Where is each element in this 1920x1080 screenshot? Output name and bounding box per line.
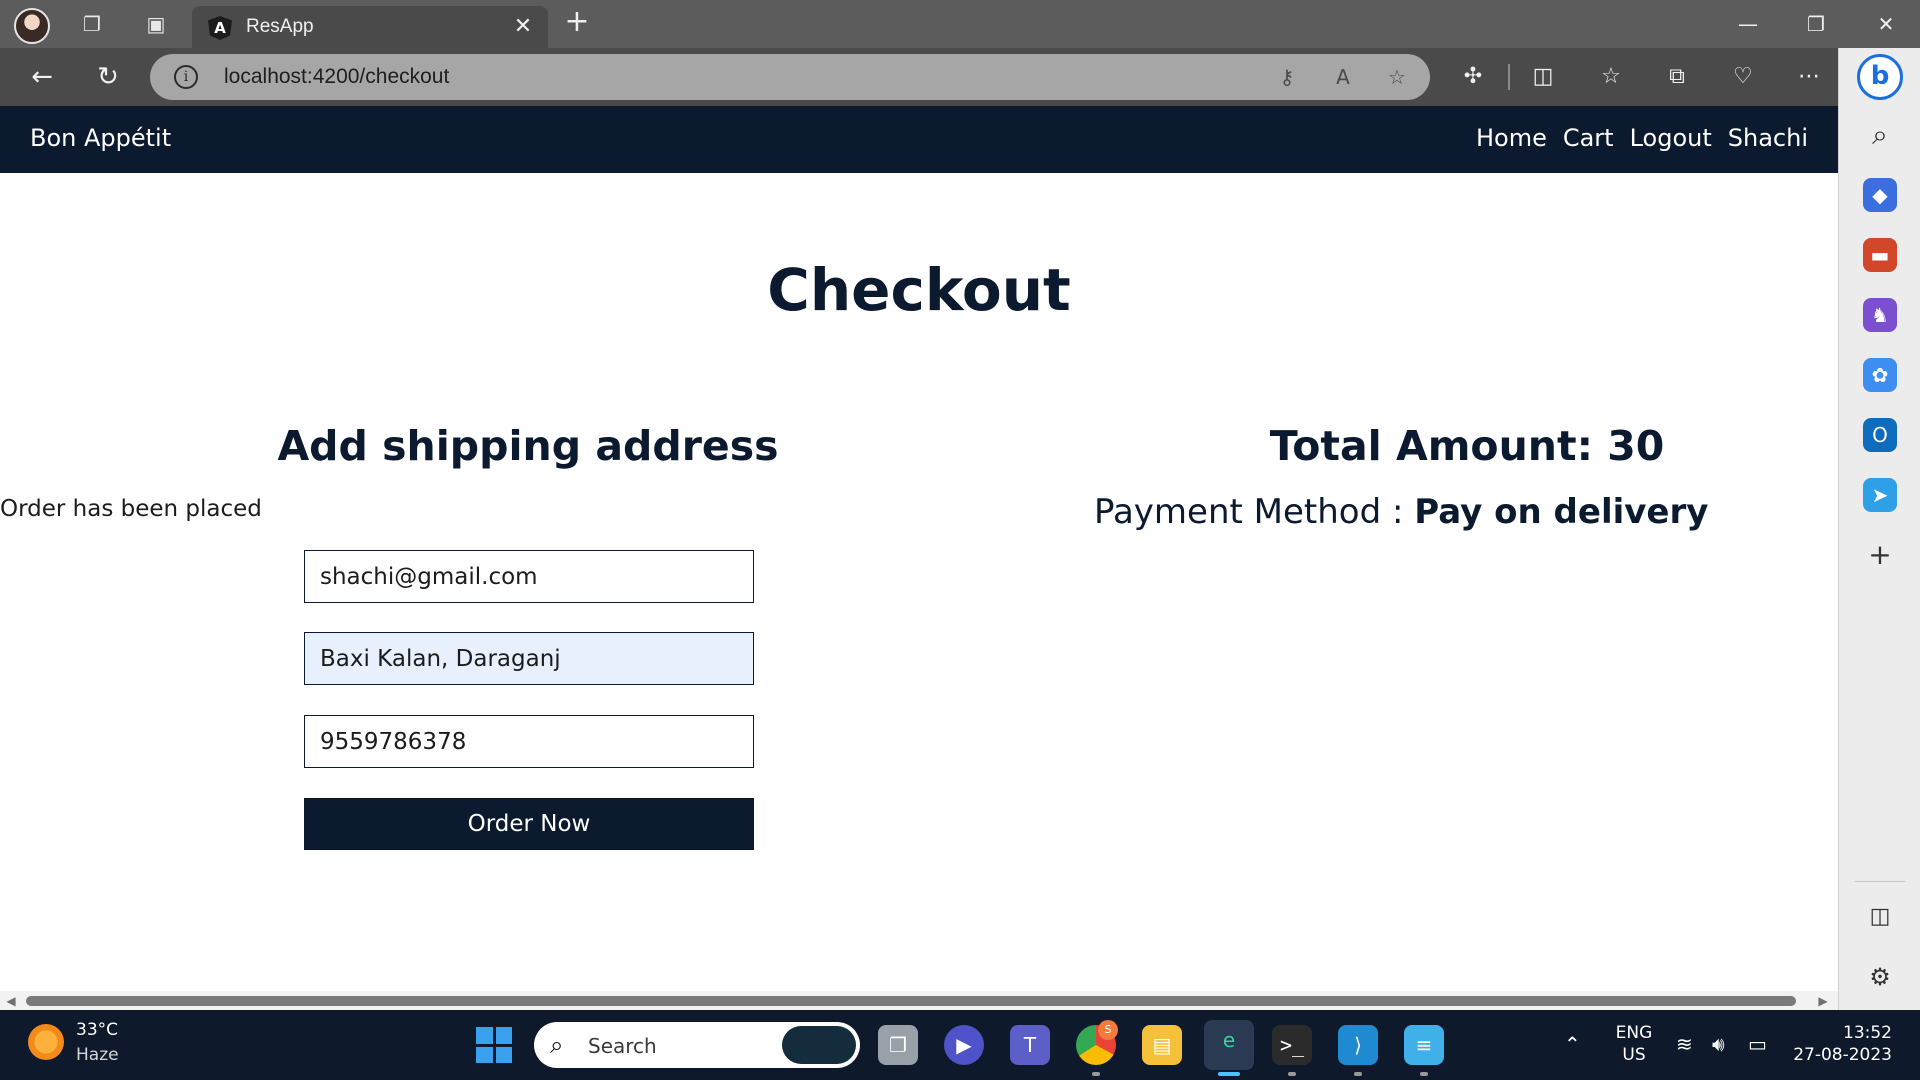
app-brand[interactable]: Bon Appétit [30,124,171,152]
address-field[interactable] [304,632,754,685]
file-explorer-icon[interactable]: ▤ [1142,1025,1182,1065]
start-windows-icon[interactable] [476,1027,512,1063]
chrome-badge: S [1098,1020,1118,1040]
taskbar-search-label: Search [588,1034,657,1058]
terminal-icon[interactable]: >_ [1272,1025,1312,1065]
shipping-heading: Add shipping address [277,422,779,470]
phone-field[interactable] [304,715,754,768]
window-close-icon[interactable]: ✕ [1866,8,1906,40]
key-icon[interactable]: ⚷ [1274,64,1300,90]
language-indicator[interactable]: ENG US [1612,1022,1656,1066]
taskbar-search[interactable]: ⌕ Search [534,1022,860,1068]
edge-sidebar: b ⌕ ◆ ▬ ♞ ✿ O ➤ + ◫ ⚙ [1838,48,1920,1010]
horizontal-scrollbar[interactable]: ◀ ▶ [0,991,1838,1010]
favorites-icon[interactable]: ☆ [1596,62,1626,92]
restore-icon[interactable]: ❐ [1796,8,1836,40]
vscode-running-indicator [1354,1072,1362,1076]
refresh-icon[interactable]: ↻ [92,61,124,93]
teams-icon[interactable]: T [1010,1025,1050,1065]
new-tab-button[interactable]: + [562,7,592,38]
payment-method-label: Payment Method : [1094,492,1415,532]
tab-close-icon[interactable]: ✕ [510,14,536,40]
profile-avatar[interactable] [14,8,50,44]
volume-icon[interactable]: 🔊︎ [1712,1032,1725,1056]
system-clock[interactable]: 13:52 27-08-2023 [1782,1022,1892,1066]
email-field[interactable] [304,550,754,603]
order-now-button[interactable]: Order Now [304,798,754,850]
search-icon: ⌕ [550,1031,564,1059]
notepad-running-indicator [1420,1072,1428,1076]
copilot-m365-icon[interactable]: ✿ [1863,358,1897,392]
show-hidden-icons-chevron-icon[interactable]: ⌃ [1564,1032,1581,1056]
browser-toolbar: ← ↻ i localhost:4200/checkout ⚷ A ☆ ✣ ◫ … [0,48,1920,106]
vertical-tabs-icon[interactable]: ▣ [142,10,170,38]
shopping-tag-icon[interactable]: ◆ [1863,178,1897,212]
star-icon[interactable]: ☆ [1384,64,1410,90]
nav-link-cart[interactable]: Cart [1563,124,1614,152]
language-region: US [1622,1045,1646,1065]
sidebar-divider [1855,881,1905,882]
nav-link-logout[interactable]: Logout [1630,124,1712,152]
weather-haze-icon[interactable] [28,1024,64,1060]
edge-browser-icon[interactable]: e [1204,1020,1254,1070]
games-chess-icon[interactable]: ♞ [1863,298,1897,332]
language-code: ENG [1615,1023,1653,1043]
total-amount: Total Amount: 30 [1269,422,1665,470]
payment-method: Payment Method : Pay on delivery [1094,492,1708,532]
bing-copilot-icon[interactable]: b [1857,54,1903,100]
windows-taskbar: 33°C Haze ⌕ Search ❐ ▶ T S ▤ e >_ ⟩ ≡ ⌃ … [0,1010,1920,1080]
address-bar[interactable]: i localhost:4200/checkout ⚷ A ☆ [150,54,1430,100]
app-navbar: Bon Appétit Home Cart Logout Shachi [0,106,1838,173]
wifi-icon[interactable]: ≋ [1676,1032,1693,1056]
scroll-right-icon[interactable]: ▶ [1816,994,1830,1008]
nav-link-home[interactable]: Home [1476,124,1547,152]
clock-date: 27-08-2023 [1793,1045,1892,1065]
split-screen-icon[interactable]: ◫ [1528,62,1558,92]
order-status-message: Order has been placed [0,496,262,522]
weather-description[interactable]: Haze [76,1045,119,1065]
battery-icon[interactable]: ▭ [1748,1032,1767,1056]
scrollbar-thumb[interactable] [26,996,1796,1006]
web-page: Bon Appétit Home Cart Logout Shachi Chec… [0,106,1838,991]
more-icon[interactable]: ⋯ [1794,62,1824,92]
browser-tab-strip: ❐ ▣ A ResApp ✕ + — ❐ ✕ [0,0,1920,48]
nav-links: Home Cart Logout Shachi [1476,124,1808,152]
tools-briefcase-icon[interactable]: ▬ [1863,238,1897,272]
browser-tab-active[interactable]: A ResApp ✕ [192,6,548,48]
puzzle-icon[interactable]: ✣ [1458,62,1488,92]
site-info-icon[interactable]: i [174,65,198,89]
send-drop-icon[interactable]: ➤ [1863,478,1897,512]
back-arrow-icon[interactable]: ← [26,61,58,93]
page-title: Checkout [767,256,1071,324]
toolbar-divider [1508,64,1510,90]
notepad-icon[interactable]: ≡ [1404,1025,1444,1065]
chat-video-icon[interactable]: ▶ [944,1025,984,1065]
minimize-icon[interactable]: — [1728,8,1768,40]
url-text[interactable]: localhost:4200/checkout [224,65,449,89]
weather-temperature[interactable]: 33°C [76,1020,118,1040]
heart-pulse-icon[interactable]: ♡ [1728,62,1758,92]
vscode-icon[interactable]: ⟩ [1338,1025,1378,1065]
search-icon[interactable]: ⌕ [1863,118,1897,152]
sidebar-settings-gear-icon[interactable]: ⚙ [1863,960,1897,994]
nav-link-user[interactable]: Shachi [1728,124,1808,152]
tab-title: ResApp [246,16,314,37]
workspaces-icon[interactable]: ❐ [78,10,106,38]
chrome-running-indicator [1092,1072,1100,1076]
clock-time: 13:52 [1843,1023,1892,1043]
collections-icon[interactable]: ⧉ [1662,62,1692,92]
search-highlight-image [782,1026,856,1064]
outlook-icon[interactable]: O [1863,418,1897,452]
payment-method-value: Pay on delivery [1414,492,1709,532]
read-aloud-icon[interactable]: A [1330,64,1356,90]
terminal-running-indicator [1288,1072,1296,1076]
task-view-icon[interactable]: ❐ [878,1025,918,1065]
add-sidebar-app-icon[interactable]: + [1863,538,1897,572]
scroll-left-icon[interactable]: ◀ [4,994,18,1008]
angular-favicon-icon: A [208,16,232,40]
edge-active-indicator [1218,1072,1240,1076]
hide-sidebar-icon[interactable]: ◫ [1863,900,1897,934]
